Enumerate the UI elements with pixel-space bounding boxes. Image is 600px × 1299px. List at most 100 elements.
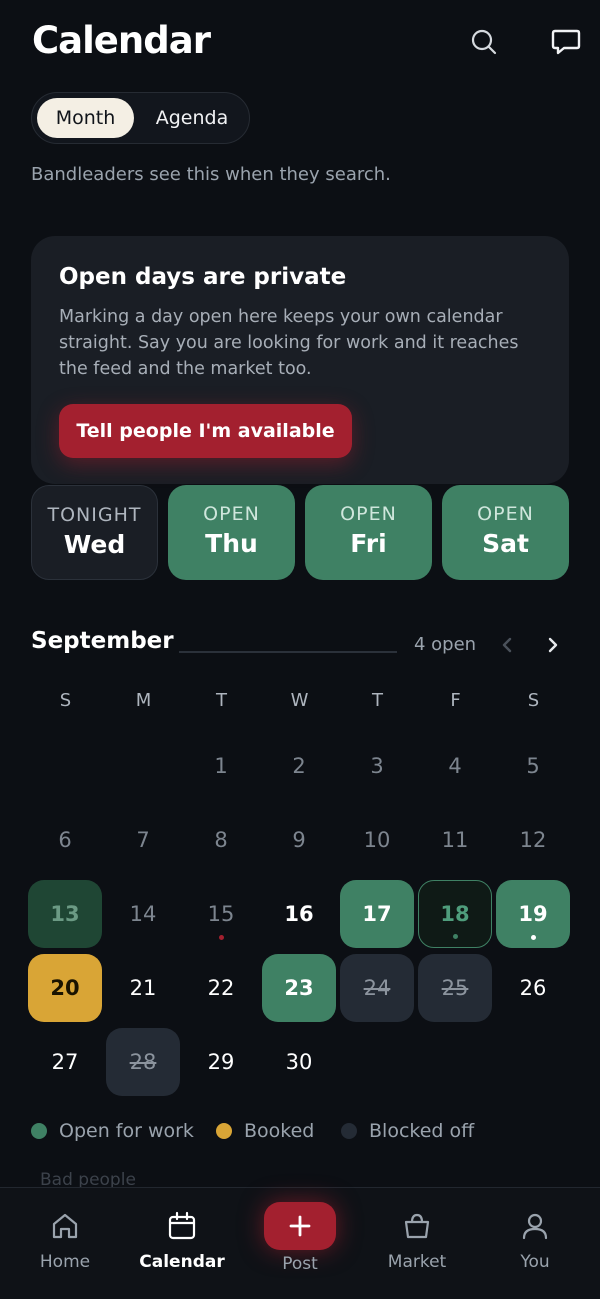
calendar-day-number: 23 [284,976,314,1000]
calendar-day[interactable]: 16 [262,880,336,948]
calendar-day[interactable]: 20 [28,954,102,1022]
calendar-day-number: 22 [207,976,235,1000]
calendar-day-number: 28 [129,1050,157,1074]
quick-day-chip[interactable]: OPEN Thu [168,485,295,580]
privacy-card: Open days are private Marking a day open… [31,236,569,484]
tab-calendar-label: Calendar [139,1252,225,1272]
calendar-icon [168,1211,196,1240]
calendar-day-number: 30 [285,1050,313,1074]
calendar-day[interactable]: 21 [106,954,180,1022]
calendar-day[interactable]: 4 [418,732,492,800]
calendar-day-number: 16 [284,902,314,926]
weekday-label: T [372,690,384,711]
legend-item: Booked [216,1120,314,1142]
calendar-day-number: 15 [207,902,235,926]
tab-post-label: Post [282,1254,318,1274]
legend-swatch [31,1123,47,1139]
quick-day-name: Fri [350,529,387,558]
weekday-label: W [290,690,310,711]
calendar-day-number: 2 [292,754,306,778]
calendar-day[interactable]: 22 [184,954,258,1022]
quick-day-name: Sat [482,529,529,558]
calendar-day[interactable]: 26 [496,954,570,1022]
legend-swatch [341,1123,357,1139]
weekday-label: T [216,690,228,711]
calendar-day[interactable]: 1 [184,732,258,800]
tab-market-label: Market [387,1252,447,1272]
tell-people-available-button[interactable]: Tell people I'm available [59,404,352,458]
post-button[interactable] [264,1202,336,1250]
legend-label: Open for work [59,1120,194,1142]
calendar-day-number: 14 [129,902,157,926]
bottom-tab-bar: Home Calendar Post Market You [0,1187,600,1299]
calendar-day[interactable]: 30 [262,1028,336,1096]
weekday-label: S [527,690,541,711]
calendar-day[interactable]: 15 [184,880,258,948]
calendar-day-number: 19 [518,902,548,926]
calendar-day[interactable]: 23 [262,954,336,1022]
calendar-day[interactable]: 25 [418,954,492,1022]
chevron-right-icon[interactable] [540,632,566,658]
weekday-row: S M T W T F S [28,690,572,720]
divider [179,651,397,653]
legend-swatch [216,1123,232,1139]
legend: Open for work Booked Blocked off [31,1120,569,1150]
legend-label: Blocked off [369,1120,475,1142]
tab-home[interactable]: Home [10,1188,120,1299]
tab-market[interactable]: Market [362,1188,472,1299]
calendar-day-number: 12 [519,828,547,852]
weekday-label: F [450,690,462,711]
tab-calendar[interactable]: Calendar [127,1188,237,1299]
tab-month[interactable]: Month [37,98,134,138]
calendar-day[interactable]: 7 [106,806,180,874]
tab-agenda[interactable]: Agenda [140,98,244,138]
calendar-day[interactable]: 17 [340,880,414,948]
calendar-day-number: 20 [50,976,80,1000]
calendar-day[interactable]: 18 [418,880,492,948]
quick-day-chip[interactable]: OPEN Sat [442,485,569,580]
calendar-day[interactable]: 9 [262,806,336,874]
calendar-day[interactable]: 8 [184,806,258,874]
calendar-day-number: 27 [51,1050,79,1074]
calendar-day-number: 7 [136,828,150,852]
calendar-day[interactable]: 29 [184,1028,258,1096]
calendar-day[interactable]: 2 [262,732,336,800]
open-count: 4 open [414,634,477,655]
calendar-day-number: 4 [448,754,462,778]
quick-day-name: Thu [205,529,258,558]
search-icon[interactable] [466,24,502,60]
tab-post[interactable]: Post [245,1188,355,1299]
calendar-day-number: 24 [363,976,391,1000]
calendar-day-number: 6 [58,828,72,852]
quick-day-chip[interactable]: OPEN Fri [305,485,432,580]
plus-icon [289,1215,311,1237]
calendar-day[interactable]: 27 [28,1028,102,1096]
calendar-day[interactable]: 19 [496,880,570,948]
quick-day-label: OPEN [340,503,397,525]
calendar-grid: 1 2 3 4 5 6 7 8 9 10 11 12 13 14 15 16 17 18 19 20 21 22 23 24 2… [28,732,572,1102]
header: Calendar [32,18,581,68]
calendar-day[interactable]: 12 [496,806,570,874]
search-visibility-note: Bandleaders see this when they search. [31,164,391,185]
calendar-day[interactable]: 10 [340,806,414,874]
tab-you[interactable]: You [480,1188,590,1299]
calendar-day-number: 11 [441,828,469,852]
quick-day-chip[interactable]: TONIGHT Wed [31,485,158,580]
chat-bubble-icon[interactable] [548,24,584,60]
quick-day-label: OPEN [477,503,534,525]
quick-days: TONIGHT Wed OPEN Thu OPEN Fri OPEN Sat [31,485,569,580]
calendar-day[interactable]: 3 [340,732,414,800]
tab-home-label: Home [39,1252,91,1272]
calendar-day[interactable]: 5 [496,732,570,800]
calendar-day[interactable]: 14 [106,880,180,948]
calendar-day[interactable]: 11 [418,806,492,874]
legend-label: Booked [244,1120,315,1142]
legend-item: Blocked off [341,1120,474,1142]
calendar-day[interactable]: 24 [340,954,414,1022]
calendar-day[interactable]: 28 [106,1028,180,1096]
event-dot [218,935,224,940]
month-name: September [31,628,174,654]
calendar-day[interactable]: 13 [28,880,102,948]
chevron-left-icon[interactable] [494,632,520,658]
calendar-day[interactable]: 6 [28,806,102,874]
